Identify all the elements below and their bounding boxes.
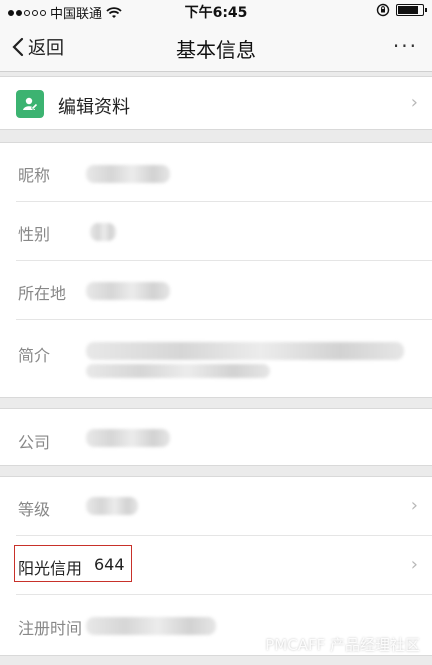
nickname-value [86,165,170,183]
watermark: PMCAFF 产品经理社区 [241,634,420,655]
level-value [86,497,138,515]
location-label: 所在地 [18,284,67,303]
watermark-text: PMCAFF 产品经理社区 [265,636,420,654]
company-row: 公司 [0,409,432,467]
edit-profile-label: 编辑资料 [58,97,130,118]
register-value [86,617,216,635]
nav-bar: 返回 基本信息 ··· [0,22,432,72]
page-title: 基本信息 [176,38,256,62]
bio-label: 简介 [18,346,51,365]
company-label: 公司 [18,433,51,452]
screen: 中国联通 下午6:45 返回 基本信息 ··· 编辑资料 › 昵称 性别 所在地… [0,0,432,665]
gender-row: 性别 [0,202,432,261]
location-value [86,282,170,300]
edit-profile-icon [16,90,44,118]
level-label: 等级 [18,500,51,519]
chevron-right-icon: › [410,92,418,113]
company-group: 公司 [0,408,432,466]
rotation-lock-icon [376,3,390,17]
watermark-logo-icon [241,635,260,654]
battery-fill [398,6,419,14]
profile-group: 昵称 性别 所在地 简介 [0,142,432,398]
bio-value-line1 [86,342,404,360]
location-row: 所在地 [0,261,432,320]
status-right [376,3,427,17]
gender-label: 性别 [18,225,51,244]
company-value [86,429,170,447]
edit-profile-row[interactable]: 编辑资料 › [0,77,432,131]
bio-value-line2 [86,364,270,378]
status-time: 下午6:45 [184,5,248,21]
chevron-right-icon: › [410,495,418,516]
credit-highlight-box [14,545,132,582]
register-label: 注册时间 [18,619,83,638]
nickname-row: 昵称 [0,143,432,202]
gender-value [90,223,116,241]
nickname-label: 昵称 [18,166,51,185]
level-row[interactable]: 等级 › [0,477,432,536]
battery-icon [396,4,427,16]
status-bar: 中国联通 下午6:45 [0,0,432,22]
chevron-right-icon: › [410,554,418,575]
bio-row: 简介 [0,320,432,399]
more-button[interactable]: ··· [393,34,418,58]
edit-profile-group: 编辑资料 › [0,76,432,130]
